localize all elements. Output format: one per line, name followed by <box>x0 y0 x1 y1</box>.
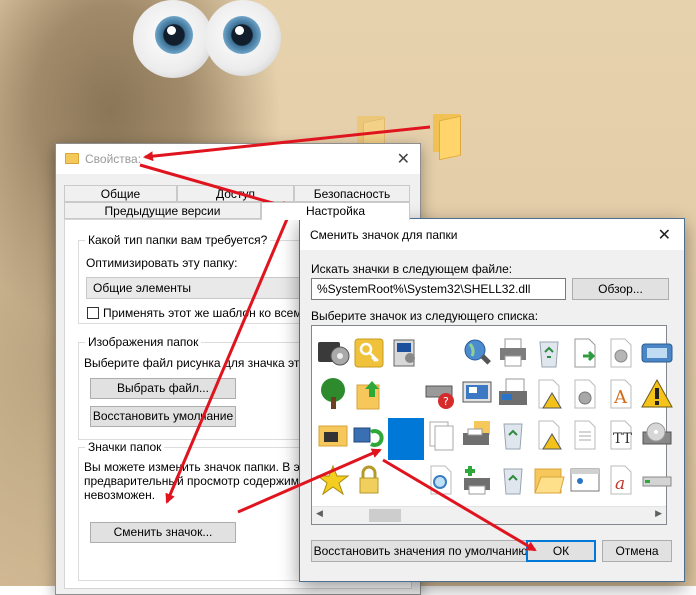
magnifier-document-icon[interactable] <box>424 463 458 497</box>
search-file-label: Искать значки в следующем файле: <box>311 262 513 276</box>
display-settings-icon[interactable] <box>460 377 494 411</box>
properties-title: Свойства: <box>85 152 142 166</box>
folder-icons-description-1: Вы можете изменить значок папки. В это <box>84 460 312 474</box>
cat-right-eye <box>205 0 281 76</box>
search-globe-icon[interactable] <box>460 336 494 370</box>
window-icon[interactable] <box>568 463 602 497</box>
scroll-left-icon[interactable]: ◀ <box>316 508 323 519</box>
change-icon-title: Сменить значок для папки <box>310 228 458 242</box>
settings-document-icon[interactable] <box>568 377 602 411</box>
folder-images-description: Выберите файл рисунка для значка этой п <box>84 356 323 370</box>
document-warning-icon[interactable] <box>532 418 566 452</box>
browse-button[interactable]: Обзор... <box>572 278 669 300</box>
cancel-button[interactable]: Отмена <box>602 540 672 562</box>
network-sync-icon[interactable] <box>352 418 386 452</box>
printer-add-icon[interactable] <box>460 463 494 497</box>
svg-text:A: A <box>613 387 628 408</box>
gear-document-icon[interactable] <box>604 336 638 370</box>
recycle-bin-full-icon[interactable] <box>496 418 530 452</box>
font-a-icon[interactable]: A <box>604 377 638 411</box>
font-tt-icon[interactable]: TT <box>604 418 638 452</box>
restore-defaults-button[interactable]: Восстановить значения по умолчанию <box>311 540 530 562</box>
tree-icon[interactable] <box>316 377 350 411</box>
printer-icon[interactable] <box>496 336 530 370</box>
network-error-icon[interactable]: ? <box>424 377 458 411</box>
usb-drive-icon[interactable] <box>640 463 674 497</box>
icon-list-label: Выберите значок из следующего списка: <box>311 309 539 323</box>
apply-subfolders-checkbox[interactable] <box>87 307 99 319</box>
warning-document-icon[interactable] <box>532 377 566 411</box>
apply-subfolders-label: Применять этот же шаблон ко всем п <box>103 306 312 320</box>
change-icon-dialog: Сменить значок для папки ✕ Искать значки… <box>299 218 685 582</box>
folder-up-icon[interactable] <box>352 377 386 411</box>
close-icon[interactable]: ✕ <box>658 225 671 245</box>
change-icon-button[interactable]: Сменить значок... <box>90 522 236 543</box>
key-icon[interactable] <box>352 336 386 370</box>
system-settings-icon[interactable] <box>388 336 422 370</box>
horizontal-scrollbar[interactable]: ◀ ▶ <box>312 506 666 524</box>
svg-text:TT: TT <box>613 431 633 447</box>
folder-icons-heading: Значки папок <box>85 440 165 454</box>
drive-icon[interactable] <box>640 336 674 370</box>
documents-icon[interactable] <box>424 418 458 452</box>
recycle-bin-icon[interactable] <box>532 336 566 370</box>
folder-icon <box>65 153 79 164</box>
warning-icon[interactable] <box>640 377 674 411</box>
scroll-right-icon[interactable]: ▶ <box>655 508 662 519</box>
folder-images-heading: Изображения папок <box>85 335 202 349</box>
scroll-thumb[interactable] <box>369 509 401 522</box>
icon-list[interactable]: ? A TT a ◀ ▶ <box>311 325 673 525</box>
svg-text:a: a <box>615 474 625 494</box>
tab-sharing[interactable]: Доступ <box>177 185 294 202</box>
change-icon-titlebar: Сменить значок для папки ✕ <box>300 219 684 250</box>
svg-text:?: ? <box>443 395 449 408</box>
star-icon[interactable] <box>316 463 350 497</box>
tab-general[interactable]: Общие <box>64 185 177 202</box>
printer-folder-icon[interactable] <box>460 418 494 452</box>
recycle-bin-empty-icon[interactable] <box>496 463 530 497</box>
folder-open-icon[interactable] <box>532 463 566 497</box>
properties-titlebar: Свойства: ✕ <box>56 144 420 174</box>
folder-icons-description-2: предварительный просмотр содержимог <box>84 474 310 488</box>
fax-icon[interactable] <box>496 377 530 411</box>
folder-icons-description-3: невозможен. <box>84 488 156 502</box>
disc-drive-icon[interactable] <box>640 418 674 452</box>
restore-default-button[interactable]: Восстановить умолчание <box>90 406 236 427</box>
choose-file-button[interactable]: Выбрать файл... <box>90 378 236 399</box>
document-arrow-icon[interactable] <box>568 336 602 370</box>
blank-selected-icon[interactable] <box>388 418 424 460</box>
lock-icon[interactable] <box>352 463 386 497</box>
file-path-input[interactable]: %SystemRoot%\System32\SHELL32.dll <box>311 278 566 300</box>
tab-customize[interactable]: Настройка <box>261 202 410 220</box>
folder-type-heading: Какой тип папки вам требуется? <box>85 233 271 247</box>
cat-left-eye <box>133 0 213 78</box>
folder-network-icon[interactable] <box>316 418 350 452</box>
media-player-icon[interactable] <box>316 336 350 370</box>
font-a-red-icon[interactable]: a <box>604 463 638 497</box>
close-icon[interactable]: ✕ <box>397 149 410 169</box>
text-document-icon[interactable] <box>568 418 602 452</box>
tab-security[interactable]: Безопасность <box>294 185 410 202</box>
tab-previous-versions[interactable]: Предыдущие версии <box>64 202 261 219</box>
optimize-label: Оптимизировать эту папку: <box>86 256 238 270</box>
ok-button[interactable]: ОК <box>526 540 596 562</box>
